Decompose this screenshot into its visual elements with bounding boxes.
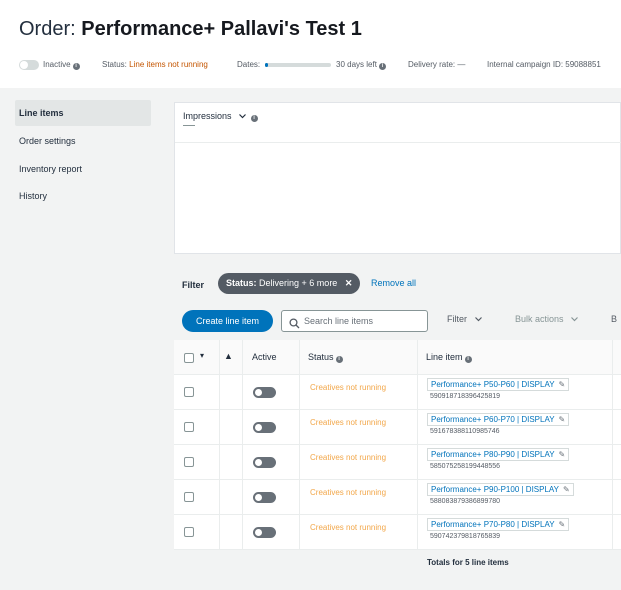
line-item-id: 590742379818765839 xyxy=(430,533,501,540)
line-item-link[interactable]: Performance+ P60-P70 | DISPLAY ✎ xyxy=(427,413,570,426)
line-item-link[interactable]: Performance+ P90-P100 | DISPLAY ✎ xyxy=(427,483,574,496)
row-active-toggle[interactable] xyxy=(253,387,276,398)
select-all-checkbox[interactable] xyxy=(184,353,194,363)
status-value: Line items not running xyxy=(129,60,208,69)
line-item-link[interactable]: Performance+ P50-P60 | DISPLAY ✎ xyxy=(427,378,570,391)
chevron-down-icon xyxy=(474,314,482,324)
inactive-label: Inactive i xyxy=(43,59,80,71)
status-filter-chip[interactable]: Status: Delivering + 6 more ✕ xyxy=(218,273,361,294)
sidebar-item-inventory-report[interactable]: Inventory report xyxy=(15,156,151,182)
metric-dropdown[interactable]: Impressions i xyxy=(183,111,258,122)
search-icon xyxy=(289,316,300,329)
info-icon[interactable]: i xyxy=(335,356,343,363)
info-icon[interactable]: i xyxy=(378,63,386,70)
row-status: Creatives not running xyxy=(310,418,387,427)
filter-dropdown-label: Filter xyxy=(447,314,467,324)
line-items-table: ▾ ▲ Active Status i Line item i Creatives … xyxy=(174,340,621,590)
metric-label: Impressions xyxy=(183,111,232,121)
sidebar-item-line-items[interactable]: Line items xyxy=(15,100,151,126)
metric-chart-card: Impressions i xyxy=(174,102,621,254)
dates-label: Dates: xyxy=(237,60,261,69)
sidebar-item-order-settings[interactable]: Order settings xyxy=(15,128,151,154)
row-active-toggle[interactable] xyxy=(253,492,276,503)
status-meta: Status: Line items not running xyxy=(102,60,208,69)
sidebar-item-history[interactable]: History xyxy=(15,183,151,209)
search-box[interactable] xyxy=(281,310,428,332)
totals-label: Totals for 5 line items xyxy=(427,558,509,567)
days-left: 30 days left i xyxy=(336,59,386,71)
bulk-actions-dropdown[interactable]: Bulk actions xyxy=(515,314,578,324)
row-checkbox[interactable] xyxy=(184,457,194,467)
row-checkbox[interactable] xyxy=(184,527,194,537)
sidebar: Line items Order settings Inventory repo… xyxy=(0,88,165,590)
row-checkbox[interactable] xyxy=(184,387,194,397)
overflow-button[interactable]: B xyxy=(611,314,617,324)
order-title-name: Performance+ Pallavi's Test 1 xyxy=(81,18,362,40)
table-row: Creatives not running Performance+ P60-P… xyxy=(174,410,621,445)
campaign-id: Internal campaign ID: 59088851 xyxy=(487,60,601,69)
chevron-down-icon xyxy=(239,111,246,121)
order-active-toggle[interactable] xyxy=(19,60,39,70)
close-icon[interactable]: ✕ xyxy=(345,278,353,288)
page-title: Order: Performance+ Pallavi's Test 1 xyxy=(19,18,362,41)
filter-row: Filter Status: Delivering + 6 more ✕ Rem… xyxy=(165,260,621,310)
chart-divider xyxy=(175,142,621,143)
info-icon[interactable]: i xyxy=(72,63,80,70)
chevron-down-icon xyxy=(571,314,578,324)
dates-progress-fill xyxy=(265,63,268,67)
main-content: Impressions i Filter Status: Delivering … xyxy=(165,88,621,590)
row-checkbox[interactable] xyxy=(184,422,194,432)
caret-down-icon[interactable]: ▾ xyxy=(200,351,204,360)
row-status: Creatives not running xyxy=(310,383,387,392)
order-header: Order: Performance+ Pallavi's Test 1 Ina… xyxy=(0,0,621,88)
edit-icon[interactable]: ✎ xyxy=(559,380,566,389)
line-item-id: 590918718396425819 xyxy=(430,393,501,400)
row-active-toggle[interactable] xyxy=(253,422,276,433)
row-status: Creatives not running xyxy=(310,488,387,497)
header-active[interactable]: Active xyxy=(252,352,277,362)
action-row: Create line item Filter Bulk actions B xyxy=(165,310,621,332)
edit-icon[interactable]: ✎ xyxy=(559,450,566,459)
search-input[interactable] xyxy=(304,313,424,329)
edit-icon[interactable]: ✎ xyxy=(559,415,566,424)
dates-progress-bar xyxy=(265,63,331,67)
edit-icon[interactable]: ✎ xyxy=(559,520,566,529)
row-active-toggle[interactable] xyxy=(253,457,276,468)
header-status[interactable]: Status i xyxy=(308,352,343,363)
remove-all-link[interactable]: Remove all xyxy=(371,278,416,288)
delivery-rate: Delivery rate: — xyxy=(408,60,466,69)
order-title-prefix: Order: xyxy=(19,18,76,40)
table-row: Creatives not running Performance+ P70-P… xyxy=(174,515,621,550)
row-status: Creatives not running xyxy=(310,523,387,532)
table-row: Creatives not running Performance+ P80-P… xyxy=(174,445,621,480)
filter-label: Filter xyxy=(182,280,205,290)
filter-dropdown[interactable]: Filter xyxy=(447,314,482,324)
line-item-id: 588083879386899780 xyxy=(430,498,501,505)
metric-value-placeholder xyxy=(183,125,195,126)
warning-icon: ▲ xyxy=(224,351,233,361)
create-line-item-button[interactable]: Create line item xyxy=(182,310,273,332)
bulk-actions-label: Bulk actions xyxy=(515,314,564,324)
chip-key: Status: xyxy=(226,278,257,288)
row-checkbox[interactable] xyxy=(184,492,194,502)
line-item-id: 591678388110985746 xyxy=(430,428,500,435)
info-icon[interactable]: i xyxy=(250,115,258,122)
line-item-link[interactable]: Performance+ P70-P80 | DISPLAY ✎ xyxy=(427,518,570,531)
table-row: Creatives not running Performance+ P90-P… xyxy=(174,480,621,515)
header-line-item[interactable]: Line item i xyxy=(426,352,472,363)
edit-icon[interactable]: ✎ xyxy=(563,485,570,494)
line-item-link[interactable]: Performance+ P80-P90 | DISPLAY ✎ xyxy=(427,448,570,461)
info-icon[interactable]: i xyxy=(464,356,472,363)
line-item-id: 585075258199448556 xyxy=(430,463,501,470)
totals-row: Totals for 5 line items xyxy=(174,550,621,590)
row-status: Creatives not running xyxy=(310,453,387,462)
chip-value: Delivering + 6 more xyxy=(259,278,338,288)
table-row: Creatives not running Performance+ P50-P… xyxy=(174,375,621,410)
row-active-toggle[interactable] xyxy=(253,527,276,538)
